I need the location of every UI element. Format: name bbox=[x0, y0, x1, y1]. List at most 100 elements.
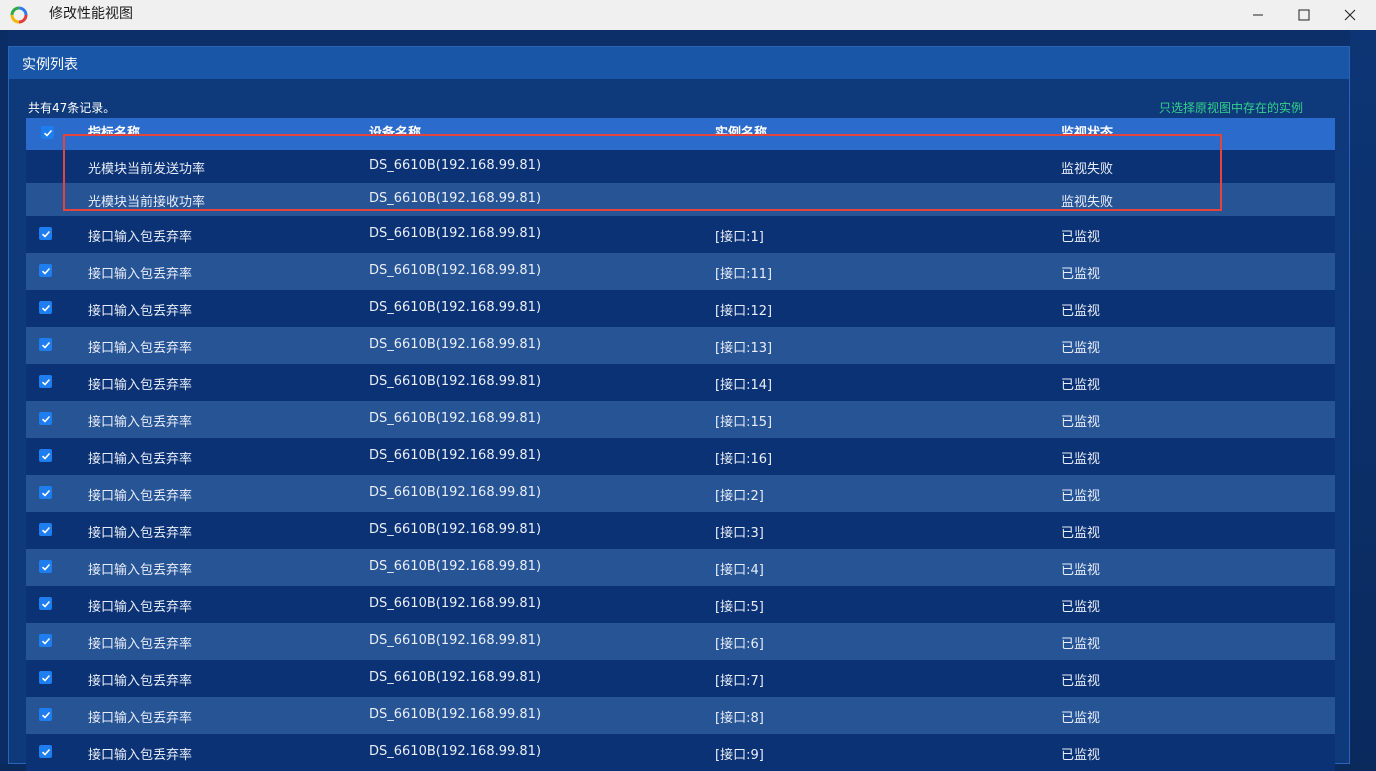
window-titlebar: 修改性能视图 bbox=[0, 0, 1376, 30]
table-row[interactable]: 接口输入包丢弃率 DS_6610B(192.168.99.81) [接口:7] 已监视 bbox=[26, 660, 1335, 697]
table-row[interactable]: 接口输入包丢弃率 DS_6610B(192.168.99.81) [接口:11] 已监… bbox=[26, 253, 1335, 290]
device-name-cell: DS_6610B(192.168.99.81) bbox=[369, 744, 542, 759]
row-checkbox[interactable] bbox=[39, 375, 52, 388]
device-name-cell: DS_6610B(192.168.99.81) bbox=[369, 300, 542, 315]
instance-name-cell: [接口:4] bbox=[715, 563, 764, 578]
monitor-status-cell: 监视失败 bbox=[1061, 195, 1114, 210]
row-checkbox[interactable] bbox=[39, 708, 52, 721]
metric-name-cell: 接口输入包丢弃率 bbox=[88, 748, 193, 763]
check-icon bbox=[43, 129, 52, 137]
filter-existing-instances-link[interactable]: 只选择原视图中存在的实例 bbox=[1159, 99, 1303, 116]
instance-name-cell: [接口:6] bbox=[715, 637, 764, 652]
background-right bbox=[1350, 30, 1376, 764]
background-left bbox=[0, 30, 8, 764]
row-checkbox[interactable] bbox=[39, 264, 52, 277]
row-checkbox[interactable] bbox=[39, 597, 52, 610]
close-button[interactable] bbox=[1327, 0, 1373, 30]
table-row[interactable]: 接口输入包丢弃率 DS_6610B(192.168.99.81) [接口:15] 已监… bbox=[26, 401, 1335, 438]
check-icon bbox=[41, 415, 50, 423]
header-instance-name[interactable]: 实例名称 bbox=[715, 124, 767, 136]
row-checkbox[interactable] bbox=[39, 634, 52, 647]
instance-name-cell: [接口:1] bbox=[715, 230, 764, 245]
header-monitor-status[interactable]: 监视状态 bbox=[1061, 124, 1113, 136]
minimize-icon bbox=[1253, 14, 1263, 16]
instance-name-cell: [接口:14] bbox=[715, 378, 773, 393]
metric-name-cell: 接口输入包丢弃率 bbox=[88, 415, 193, 430]
device-name-cell: DS_6610B(192.168.99.81) bbox=[369, 191, 542, 206]
row-checkbox[interactable] bbox=[39, 412, 52, 425]
check-icon bbox=[41, 304, 50, 312]
window-title: 修改性能视图 bbox=[49, 6, 133, 22]
check-icon bbox=[41, 748, 50, 756]
table-row[interactable]: 接口输入包丢弃率 DS_6610B(192.168.99.81) [接口:12] 已监… bbox=[26, 290, 1335, 327]
table-header: 指标名称 设备名称 实例名称 监视状态 bbox=[26, 118, 1335, 150]
panel-title: 实例列表 bbox=[22, 57, 78, 73]
check-icon bbox=[41, 526, 50, 534]
monitor-status-cell: 已监视 bbox=[1061, 748, 1101, 763]
row-checkbox[interactable] bbox=[39, 486, 52, 499]
table-row[interactable]: 接口输入包丢弃率 DS_6610B(192.168.99.81) [接口:5] 已监视 bbox=[26, 586, 1335, 623]
maximize-icon bbox=[1298, 9, 1310, 21]
metric-name-cell: 接口输入包丢弃率 bbox=[88, 267, 193, 282]
device-name-cell: DS_6610B(192.168.99.81) bbox=[369, 485, 542, 500]
table-row[interactable]: 接口输入包丢弃率 DS_6610B(192.168.99.81) [接口:8] 已监视 bbox=[26, 697, 1335, 734]
row-checkbox[interactable] bbox=[39, 338, 52, 351]
device-name-cell: DS_6610B(192.168.99.81) bbox=[369, 226, 542, 241]
check-icon bbox=[41, 230, 50, 238]
metric-name-cell: 接口输入包丢弃率 bbox=[88, 378, 193, 393]
select-all-checkbox[interactable] bbox=[41, 126, 54, 139]
monitor-status-cell: 已监视 bbox=[1061, 341, 1101, 356]
row-checkbox[interactable] bbox=[39, 560, 52, 573]
device-name-cell: DS_6610B(192.168.99.81) bbox=[369, 670, 542, 685]
header-metric-name[interactable]: 指标名称 bbox=[88, 124, 140, 136]
maximize-button[interactable] bbox=[1281, 0, 1327, 30]
table-row[interactable]: 接口输入包丢弃率 DS_6610B(192.168.99.81) [接口:14] 已监… bbox=[26, 364, 1335, 401]
device-name-cell: DS_6610B(192.168.99.81) bbox=[369, 559, 542, 574]
table-row[interactable]: 接口输入包丢弃率 DS_6610B(192.168.99.81) [接口:16] 已监… bbox=[26, 438, 1335, 475]
instance-name-cell: [接口:9] bbox=[715, 748, 764, 763]
metric-name-cell: 接口输入包丢弃率 bbox=[88, 341, 193, 356]
monitor-status-cell: 已监视 bbox=[1061, 489, 1101, 504]
check-icon bbox=[41, 600, 50, 608]
table-row[interactable]: 接口输入包丢弃率 DS_6610B(192.168.99.81) [接口:6] 已监视 bbox=[26, 623, 1335, 660]
table-row[interactable]: 接口输入包丢弃率 DS_6610B(192.168.99.81) [接口:9] 已监视 bbox=[26, 734, 1335, 771]
monitor-status-cell: 已监视 bbox=[1061, 711, 1101, 726]
metric-name-cell: 光模块当前发送功率 bbox=[88, 162, 206, 177]
metric-name-cell: 接口输入包丢弃率 bbox=[88, 711, 193, 726]
table-body: 光模块当前发送功率 DS_6610B(192.168.99.81) 监视失败 光模块当… bbox=[26, 150, 1335, 771]
instance-name-cell: [接口:8] bbox=[715, 711, 764, 726]
monitor-status-cell: 已监视 bbox=[1061, 674, 1101, 689]
row-checkbox[interactable] bbox=[39, 523, 52, 536]
row-checkbox[interactable] bbox=[39, 745, 52, 758]
device-name-cell: DS_6610B(192.168.99.81) bbox=[369, 596, 542, 611]
monitor-status-cell: 已监视 bbox=[1061, 267, 1101, 282]
row-checkbox[interactable] bbox=[39, 671, 52, 684]
metric-name-cell: 接口输入包丢弃率 bbox=[88, 304, 193, 319]
row-checkbox[interactable] bbox=[39, 449, 52, 462]
check-icon bbox=[41, 489, 50, 497]
metric-name-cell: 接口输入包丢弃率 bbox=[88, 230, 193, 245]
table-row[interactable]: 接口输入包丢弃率 DS_6610B(192.168.99.81) [接口:13] 已监… bbox=[26, 327, 1335, 364]
table-row[interactable]: 接口输入包丢弃率 DS_6610B(192.168.99.81) [接口:2] 已监视 bbox=[26, 475, 1335, 512]
table-row[interactable]: 光模块当前接收功率 DS_6610B(192.168.99.81) 监视失败 bbox=[26, 183, 1335, 216]
table-row[interactable]: 接口输入包丢弃率 DS_6610B(192.168.99.81) [接口:1] 已监视 bbox=[26, 216, 1335, 253]
panel-header: 实例列表 bbox=[9, 47, 1349, 79]
instance-name-cell: [接口:13] bbox=[715, 341, 773, 356]
row-checkbox[interactable] bbox=[39, 227, 52, 240]
instance-name-cell: [接口:12] bbox=[715, 304, 773, 319]
check-icon bbox=[41, 563, 50, 571]
table-row[interactable]: 接口输入包丢弃率 DS_6610B(192.168.99.81) [接口:4] 已监视 bbox=[26, 549, 1335, 586]
metric-name-cell: 接口输入包丢弃率 bbox=[88, 637, 193, 652]
table-row[interactable]: 接口输入包丢弃率 DS_6610B(192.168.99.81) [接口:3] 已监视 bbox=[26, 512, 1335, 549]
device-name-cell: DS_6610B(192.168.99.81) bbox=[369, 448, 542, 463]
table-row[interactable]: 光模块当前发送功率 DS_6610B(192.168.99.81) 监视失败 bbox=[26, 150, 1335, 183]
instance-name-cell: [接口:2] bbox=[715, 489, 764, 504]
device-name-cell: DS_6610B(192.168.99.81) bbox=[369, 158, 542, 173]
minimize-button[interactable] bbox=[1235, 0, 1281, 30]
instance-name-cell: [接口:16] bbox=[715, 452, 773, 467]
instance-name-cell: [接口:11] bbox=[715, 267, 773, 282]
header-device-name[interactable]: 设备名称 bbox=[369, 124, 421, 136]
row-checkbox[interactable] bbox=[39, 301, 52, 314]
instance-list-panel: 实例列表 共有47条记录。 只选择原视图中存在的实例 指标名称 设备名称 实例名… bbox=[8, 46, 1350, 771]
monitor-status-cell: 已监视 bbox=[1061, 637, 1101, 652]
